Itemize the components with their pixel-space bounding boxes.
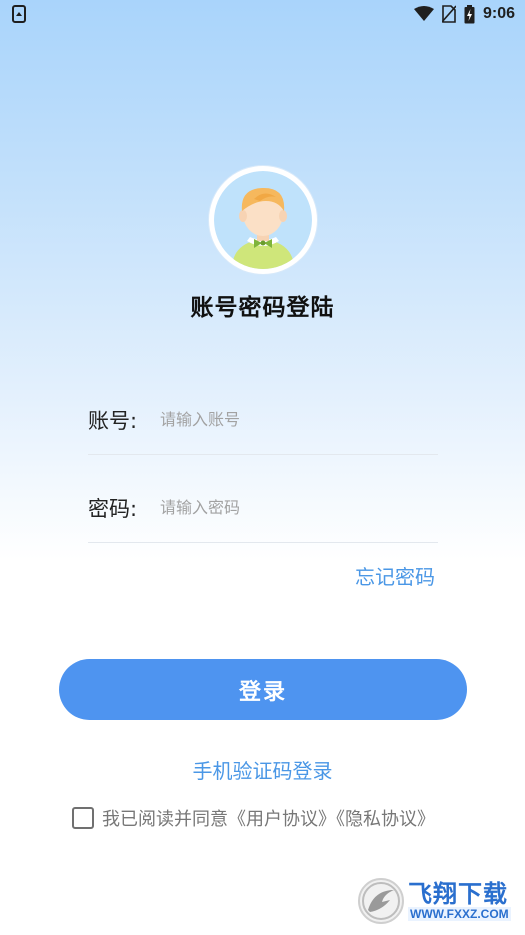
battery-charging-icon bbox=[464, 4, 475, 23]
password-input[interactable] bbox=[160, 493, 430, 521]
login-button[interactable]: 登录 bbox=[59, 659, 467, 720]
status-time: 9:06 bbox=[482, 5, 515, 22]
watermark-title: 飞翔下载 bbox=[408, 880, 508, 908]
account-input[interactable] bbox=[160, 405, 430, 433]
agreement-text[interactable]: 我已阅读并同意《用户协议》《隐私协议》 bbox=[102, 805, 435, 831]
avatar bbox=[209, 166, 317, 274]
header-gradient-background bbox=[0, 0, 525, 560]
agreement-row: 我已阅读并同意《用户协议》《隐私协议》 bbox=[72, 805, 435, 831]
status-bar: 9:06 bbox=[0, 0, 525, 28]
watermark-url: WWW.FXXZ.COM bbox=[408, 907, 511, 921]
agreement-checkbox[interactable] bbox=[72, 807, 94, 829]
account-field-row: 账号: bbox=[88, 395, 438, 455]
watermark-text: 飞翔下载 WWW.FXXZ.COM bbox=[408, 881, 511, 921]
forgot-password-link[interactable]: 忘记密码 bbox=[355, 561, 435, 590]
account-label: 账号: bbox=[88, 409, 138, 433]
boy-avatar-icon bbox=[214, 171, 312, 269]
no-sim-icon bbox=[441, 5, 456, 23]
watermark-logo-icon bbox=[358, 878, 404, 924]
password-label: 密码: bbox=[88, 497, 138, 521]
sms-code-login-link[interactable]: 手机验证码登录 bbox=[0, 755, 525, 784]
status-icons: 9:06 bbox=[413, 4, 515, 24]
wifi-icon bbox=[413, 6, 434, 21]
watermark: 飞翔下载 WWW.FXXZ.COM bbox=[358, 876, 515, 926]
screenshot-icon bbox=[12, 5, 26, 23]
password-field-row: 密码: bbox=[88, 483, 438, 543]
page-title: 账号密码登陆 bbox=[190, 295, 335, 321]
